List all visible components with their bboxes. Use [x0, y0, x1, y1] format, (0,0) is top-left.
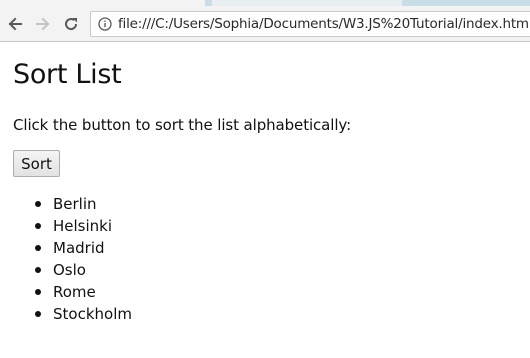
list-item: Oslo [13, 259, 132, 281]
reload-icon [65, 18, 78, 31]
list-item-label: Madrid [53, 239, 105, 257]
arrow-right-icon [36, 17, 50, 31]
sort-button[interactable]: Sort [13, 150, 60, 177]
list-item: Rome [13, 281, 132, 303]
list-item: Madrid [13, 237, 132, 259]
list-item-label: Rome [53, 283, 96, 301]
bullet [35, 311, 41, 317]
list-item-label: Berlin [53, 195, 97, 213]
list-item-label: Oslo [53, 261, 86, 279]
bullet [35, 223, 41, 229]
browser-toolbar: file:///C:/Users/Sophia/Documents/W3.JS%… [0, 6, 530, 42]
reload-button[interactable] [59, 12, 83, 36]
list-item: Stockholm [13, 303, 132, 325]
bullet [35, 267, 41, 273]
page-title: Sort List [13, 59, 122, 90]
bullet [35, 201, 41, 207]
url-text[interactable]: file:///C:/Users/Sophia/Documents/W3.JS%… [118, 16, 530, 32]
info-icon[interactable] [98, 17, 112, 31]
list-item: Helsinki [13, 215, 132, 237]
forward-button[interactable] [31, 12, 55, 36]
list-item-label: Helsinki [53, 217, 113, 235]
instruction-text: Click the button to sort the list alphab… [13, 116, 352, 134]
bullet [35, 289, 41, 295]
city-list: Berlin Helsinki Madrid Oslo Rome Stockho… [13, 193, 132, 325]
arrow-left-icon [8, 17, 22, 31]
back-button[interactable] [3, 12, 27, 36]
address-bar[interactable]: file:///C:/Users/Sophia/Documents/W3.JS%… [90, 11, 530, 37]
list-item: Berlin [13, 193, 132, 215]
bullet [35, 245, 41, 251]
list-item-label: Stockholm [53, 305, 132, 323]
